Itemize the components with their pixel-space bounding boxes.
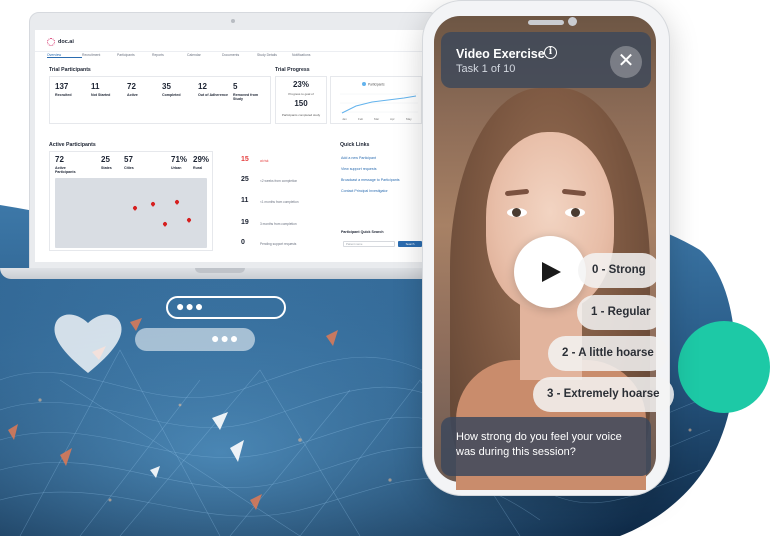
nav-recruitment[interactable]: Recruitment	[82, 53, 117, 58]
month-label: Mar	[374, 117, 379, 121]
link-broadcast[interactable]: Broadcast a message to Participants	[341, 178, 400, 182]
link-add-participant[interactable]: Add a new Participant	[341, 156, 376, 160]
completion-3m-label: 3 months from completion	[260, 222, 297, 226]
quick-links-title: Quick Links	[340, 142, 370, 148]
dashboard-screen: doc.ai Overview Recruitment Participants…	[35, 30, 433, 262]
link-contact-pi[interactable]: Contact Principal Investigator	[341, 189, 388, 193]
teal-accent-circle	[678, 321, 770, 413]
legend-dot	[362, 82, 366, 86]
month-label: Apr	[390, 117, 395, 121]
stat-out-of-adherence: 12 Out of Adherence	[198, 82, 229, 97]
video-title: Video Exercise	[456, 47, 545, 61]
map-pin[interactable]	[150, 201, 156, 207]
completion-1m-label: <1 months from completion	[260, 200, 299, 204]
app-header	[35, 30, 433, 52]
participant-map[interactable]	[55, 178, 207, 248]
participants-series	[341, 95, 417, 114]
progress-percent: 23%	[292, 80, 309, 89]
nav-calendar[interactable]: Calendar	[187, 53, 222, 58]
progress-line-chart: Participants Jan Feb Mar Apr May	[340, 82, 418, 121]
map-pin[interactable]	[186, 217, 192, 223]
info-icon[interactable]: i	[544, 46, 557, 59]
completion-2w-label: <2 weeks from completion	[260, 179, 298, 183]
stat-completed: 35 Completed	[162, 82, 181, 97]
at-risk-count: 15	[241, 156, 249, 163]
link-support-requests[interactable]: View support requests	[341, 167, 377, 171]
search-button[interactable]: Search	[398, 241, 422, 247]
nav-overview[interactable]: Overview	[47, 53, 82, 58]
phone-camera	[568, 17, 577, 26]
app-name: doc.ai	[58, 39, 74, 45]
at-risk-label: at risk	[260, 159, 269, 163]
phone-speaker	[528, 20, 564, 25]
stat-removed: 5 Removed from Study	[233, 82, 259, 101]
option-3-extremely-hoarse[interactable]: 3 - Extremely hoarse	[533, 377, 674, 412]
progress-goal-caption: Participants completed study	[281, 113, 321, 117]
active-participants-title: Active Participants	[49, 142, 96, 148]
person-eye	[507, 208, 527, 217]
play-icon	[542, 262, 561, 282]
laptop-notch	[195, 268, 245, 273]
option-0-strong[interactable]: 0 - Strong	[578, 253, 660, 288]
nav-participants[interactable]: Participants	[117, 53, 152, 58]
trial-participants-title: Trial Participants	[49, 67, 91, 73]
stat-recruited: 137 Recruited	[55, 82, 72, 97]
nav-documents[interactable]: Documents	[222, 53, 257, 58]
laptop-camera	[231, 19, 235, 23]
option-1-regular[interactable]: 1 - Regular	[577, 295, 665, 330]
stat-active-participants: 72 Active Participants	[55, 155, 76, 174]
stat-cities: 57 Cities	[124, 155, 134, 170]
stat-active: 72 Active	[127, 82, 138, 97]
stat-not-started: 11 Not Started	[91, 82, 111, 97]
close-icon[interactable]: ✕	[610, 46, 642, 78]
logo-icon	[47, 38, 55, 46]
question-text: How strong do you feel your voice was du…	[441, 417, 651, 476]
quick-search-title: Participant Quick Search	[341, 230, 384, 234]
person-eye	[565, 208, 585, 217]
nav-notifications[interactable]: Notifications	[292, 53, 327, 58]
completion-2w-count: 25	[241, 176, 249, 183]
trial-progress-title: Trial Progress	[275, 67, 310, 73]
task-counter: Task 1 of 10	[456, 63, 516, 75]
nav-reports[interactable]: Reports	[152, 53, 187, 58]
password-dots: ●●●	[176, 298, 205, 314]
pending-requests-count: 0	[241, 239, 245, 246]
option-2-little-hoarse[interactable]: 2 - A little hoarse	[548, 336, 668, 371]
pending-requests-label: Pending support requests	[260, 242, 297, 246]
map-pin[interactable]	[132, 205, 138, 211]
stat-rural: 29% Rural	[193, 155, 210, 170]
password-dots: ●●●	[211, 330, 240, 346]
map-pin[interactable]	[162, 221, 168, 227]
progress-goal-label: Progress to goal of	[288, 92, 314, 96]
progress-goal: 150	[294, 99, 308, 108]
play-button[interactable]	[514, 236, 586, 308]
month-label: May	[406, 117, 412, 121]
completion-3m-count: 19	[241, 219, 249, 226]
top-nav: Overview Recruitment Participants Report…	[47, 53, 327, 58]
completion-1m-count: 11	[241, 197, 249, 204]
month-label: Feb	[358, 117, 364, 121]
legend-participants: Participants	[368, 83, 385, 87]
participant-search-input[interactable]: Patient name	[343, 241, 395, 247]
month-label: Jan	[342, 117, 347, 121]
map-pin[interactable]	[174, 199, 180, 205]
nav-study-details[interactable]: Study Details	[257, 53, 292, 58]
